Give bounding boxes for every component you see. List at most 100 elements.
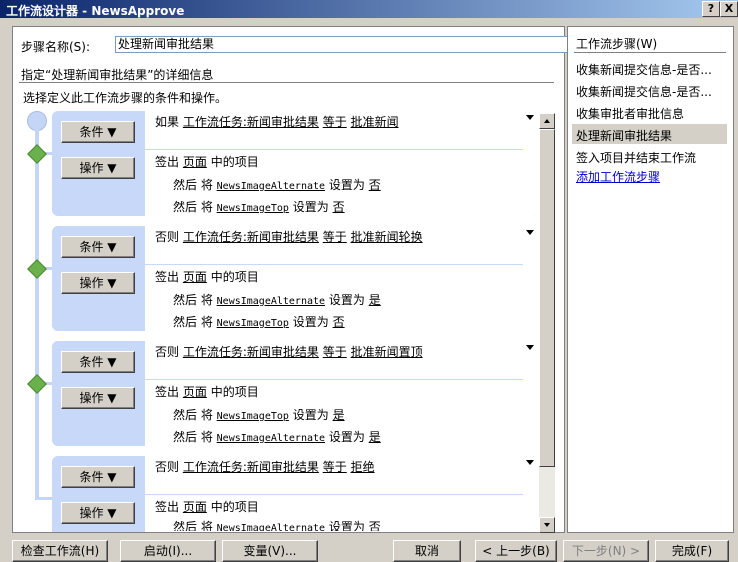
- condition-prefix: 否则: [155, 345, 180, 359]
- subline-prefix: 然后 将: [173, 315, 213, 329]
- variables-button[interactable]: 变量(V)...: [222, 540, 318, 562]
- action-verb: 签出: [155, 270, 180, 284]
- next-button[interactable]: 下一步(N) >: [563, 540, 649, 562]
- help-button[interactable]: ?: [702, 1, 720, 17]
- block-menu-arrow-icon[interactable]: [526, 115, 534, 120]
- check-workflow-button[interactable]: 检查工作流(H): [12, 540, 108, 562]
- condition-operator-link[interactable]: 等于: [323, 230, 347, 244]
- action-button[interactable]: 操作 ▼: [61, 387, 135, 409]
- value-link[interactable]: 是: [369, 293, 381, 307]
- subline-verb: 设置为: [328, 293, 365, 307]
- field-link[interactable]: NewsImageAlternate: [217, 296, 325, 307]
- divider: [19, 82, 554, 83]
- steps-panel-title: 工作流步骤(W): [576, 37, 658, 51]
- action-object-link[interactable]: 页面: [183, 155, 207, 169]
- instruction-text: 选择定义此工作流步骤的条件和操作。: [23, 91, 228, 105]
- divider: [574, 52, 726, 53]
- action-button[interactable]: 操作 ▼: [61, 157, 135, 179]
- subline-verb: 设置为: [328, 178, 365, 192]
- field-link[interactable]: NewsImageAlternate: [217, 523, 325, 531]
- block-menu-arrow-icon[interactable]: [526, 230, 534, 235]
- condition-prefix: 如果: [155, 115, 180, 129]
- block-separator: [145, 379, 523, 380]
- action-object-link[interactable]: 页面: [183, 385, 207, 399]
- value-link[interactable]: 否: [369, 178, 381, 192]
- condition-line: 否则 工作流任务:新闻审批结果 等于 拒绝: [155, 458, 375, 475]
- condition-block: 条件 ▼ 操作 ▼ 否则 工作流任务:新闻审批结果 等于 批准新闻轮换 签出 页…: [52, 226, 538, 331]
- cancel-button[interactable]: 取消: [393, 540, 461, 562]
- condition-operator-link[interactable]: 等于: [323, 115, 347, 129]
- action-button[interactable]: 操作 ▼: [61, 502, 135, 524]
- action-subline: 然后 将 NewsImageTop 设置为 是: [173, 406, 345, 423]
- action-object-link[interactable]: 页面: [183, 270, 207, 284]
- branch-diamond-icon: [27, 259, 47, 279]
- condition-field-link[interactable]: 工作流任务:新闻审批结果: [183, 115, 319, 129]
- condition-operator-link[interactable]: 等于: [323, 345, 347, 359]
- block-separator: [145, 494, 523, 495]
- value-link[interactable]: 否: [333, 315, 345, 329]
- condition-button[interactable]: 条件 ▼: [61, 466, 135, 488]
- subline-verb: 设置为: [292, 200, 329, 214]
- step-item[interactable]: 收集审批者审批信息: [576, 105, 726, 122]
- action-button[interactable]: 操作 ▼: [61, 272, 135, 294]
- scroll-thumb[interactable]: [539, 129, 555, 467]
- condition-field-link[interactable]: 工作流任务:新闻审批结果: [183, 230, 319, 244]
- add-step-link[interactable]: 添加工作流步骤: [576, 168, 726, 185]
- condition-operator-link[interactable]: 等于: [323, 460, 347, 474]
- action-tail: 中的项目: [210, 385, 259, 399]
- step-editor-panel: 步骤名称(S): 处理新闻审批结果 指定“处理新闻审批结果”的详细信息 选择定义…: [12, 26, 568, 533]
- step-item[interactable]: 收集新闻提交信息-是否...: [576, 83, 726, 100]
- condition-button[interactable]: 条件 ▼: [61, 121, 135, 143]
- scroll-up-arrow-icon[interactable]: [539, 113, 555, 129]
- condition-value-link[interactable]: 批准新闻轮换: [351, 230, 423, 244]
- condition-line: 如果 工作流任务:新闻审批结果 等于 批准新闻: [155, 113, 399, 130]
- field-link[interactable]: NewsImageTop: [217, 203, 289, 214]
- condition-value-link[interactable]: 批准新闻: [351, 115, 399, 129]
- workflow-steps-panel: 工作流步骤(W) 收集新闻提交信息-是否... 收集新闻提交信息-是否... 收…: [567, 26, 734, 533]
- condition-button[interactable]: 条件 ▼: [61, 351, 135, 373]
- field-link[interactable]: NewsImageTop: [217, 411, 289, 422]
- condition-prefix: 否则: [155, 460, 180, 474]
- window-title: 工作流设计器 - NewsApprove: [6, 4, 185, 18]
- vertical-scrollbar[interactable]: [539, 113, 555, 533]
- field-link[interactable]: NewsImageAlternate: [217, 181, 325, 192]
- subline-prefix: 然后 将: [173, 520, 213, 531]
- subline-verb: 设置为: [328, 520, 365, 531]
- value-link[interactable]: 否: [333, 200, 345, 214]
- block-menu-arrow-icon[interactable]: [526, 345, 534, 350]
- close-button[interactable]: X: [720, 1, 738, 17]
- block-menu-arrow-icon[interactable]: [526, 460, 534, 465]
- condition-field-link[interactable]: 工作流任务:新闻审批结果: [183, 345, 319, 359]
- step-name-input[interactable]: 处理新闻审批结果: [115, 36, 568, 53]
- condition-value-link[interactable]: 拒绝: [351, 460, 375, 474]
- scroll-down-arrow-icon[interactable]: [539, 517, 555, 533]
- value-link[interactable]: 否: [369, 520, 381, 531]
- back-button[interactable]: < 上一步(B): [475, 540, 557, 562]
- action-verb: 签出: [155, 500, 180, 514]
- subline-verb: 设置为: [328, 430, 365, 444]
- action-subline: 然后 将 NewsImageAlternate 设置为 是: [173, 291, 381, 308]
- step-item[interactable]: 签入项目并结束工作流: [576, 149, 726, 166]
- value-link[interactable]: 是: [369, 430, 381, 444]
- subline-verb: 设置为: [292, 315, 329, 329]
- step-item-selected[interactable]: 处理新闻审批结果: [576, 127, 726, 144]
- branch-diamond-icon: [27, 374, 47, 394]
- condition-field-link[interactable]: 工作流任务:新闻审批结果: [183, 460, 319, 474]
- action-tail: 中的项目: [210, 270, 259, 284]
- field-link[interactable]: NewsImageTop: [217, 318, 289, 329]
- subline-prefix: 然后 将: [173, 408, 213, 422]
- step-item[interactable]: 收集新闻提交信息-是否...: [576, 61, 726, 78]
- field-link[interactable]: NewsImageAlternate: [217, 433, 325, 444]
- condition-line: 否则 工作流任务:新闻审批结果 等于 批准新闻轮换: [155, 228, 423, 245]
- action-subline: 然后 将 NewsImageTop 设置为 否: [173, 313, 345, 330]
- condition-button[interactable]: 条件 ▼: [61, 236, 135, 258]
- finish-button[interactable]: 完成(F): [655, 540, 729, 562]
- subline-verb: 设置为: [292, 408, 329, 422]
- initiation-button[interactable]: 启动(I)...: [120, 540, 216, 562]
- value-link[interactable]: 是: [333, 408, 345, 422]
- action-subline: 然后 将 NewsImageTop 设置为 否: [173, 198, 345, 215]
- action-line: 签出 页面 中的项目: [155, 498, 259, 515]
- action-object-link[interactable]: 页面: [183, 500, 207, 514]
- subline-prefix: 然后 将: [173, 200, 213, 214]
- condition-value-link[interactable]: 批准新闻置顶: [351, 345, 423, 359]
